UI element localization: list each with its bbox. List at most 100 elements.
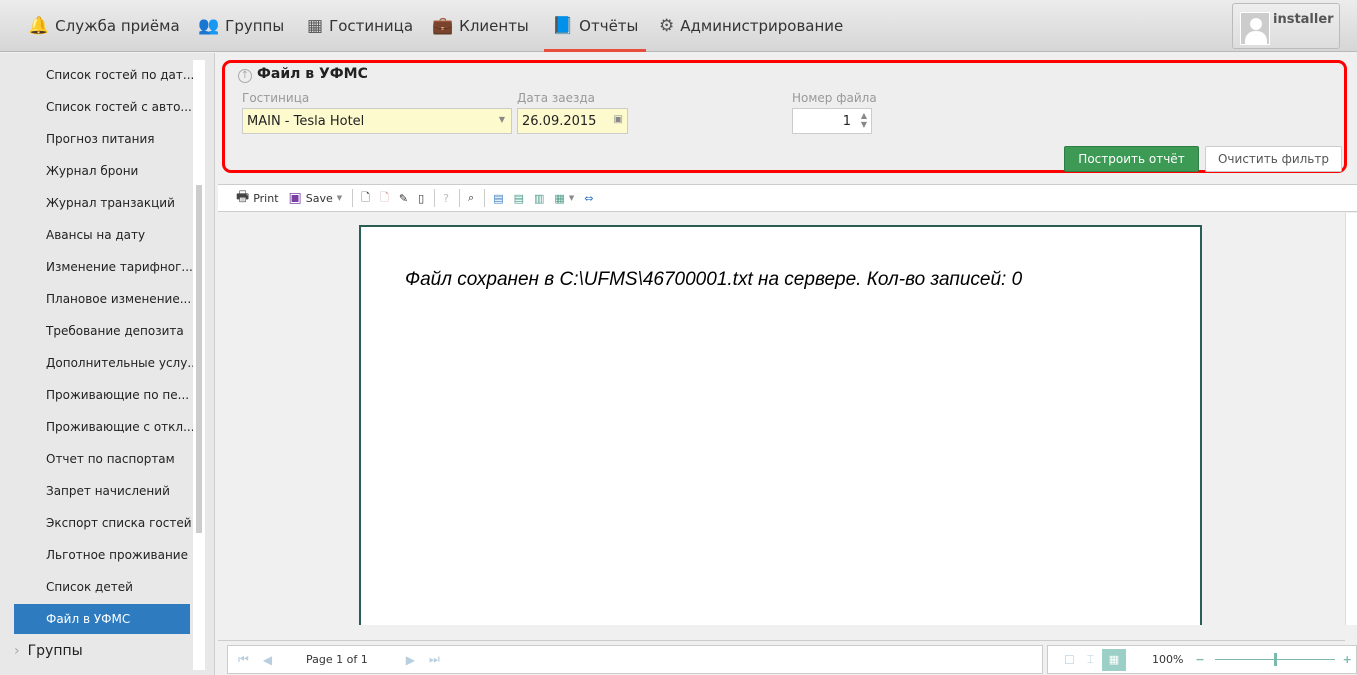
date-label: Дата заезда [517,91,596,105]
build-report-button[interactable]: Построить отчёт [1064,146,1199,172]
sidebar-group-groups[interactable]: › Группы [14,643,83,659]
sidebar-item[interactable]: Журнал транзакций [46,196,175,210]
page-indicator: Page 1 of 1 [306,653,368,666]
sidebar-item[interactable]: Отчет по паспортам [46,452,175,466]
first-page-icon[interactable]: ⏮ [238,652,249,667]
nav-front-desk[interactable]: 🔔 Служба приёма [28,0,180,52]
nav-clients[interactable]: 💼 Клиенты [432,0,529,52]
user-menu[interactable]: installer [1232,3,1340,49]
continuous-view-button[interactable]: ▤ [514,192,524,205]
nav-groups[interactable]: 👥 Группы [198,0,284,52]
zoom-slider-thumb[interactable] [1273,653,1277,666]
fit-width-icon: ⇔ [584,191,594,205]
zoom-in-icon[interactable]: + [1343,653,1352,666]
print-button[interactable]: 🖶 Print [236,186,279,210]
fit-width-button[interactable]: ⇔ [584,192,593,205]
report-horizontal-scrollbar[interactable] [218,625,1345,641]
new-page-icon: 🗋 [361,190,371,204]
chevron-down-icon: ▼ [498,115,505,124]
multi-page-view-button[interactable]: ▦ ▼ [554,192,574,205]
sidebar-item[interactable]: Авансы на дату [46,228,145,242]
bell-icon: 🔔 [28,16,50,36]
sidebar-item[interactable]: Изменение тарифног... [46,260,193,274]
new-page-button[interactable]: 🗋 [361,189,370,208]
clipboard-icon: ? [443,191,450,205]
chevron-right-icon: › [14,643,20,659]
nav-reports[interactable]: 📘 Отчёты [544,0,647,52]
zoom-slider[interactable] [1214,653,1335,666]
view-icon: ▤ [493,191,504,205]
whole-page-icon[interactable]: ▦ [1101,648,1126,671]
sidebar-item[interactable]: Файл в УФМС [14,604,190,634]
building-icon: ▦ [307,16,324,36]
sidebar-item[interactable]: Журнал брони [46,164,138,178]
sidebar: Список гостей по дат... Список гостей с а… [0,53,215,675]
sidebar-item[interactable]: Список гостей по дат... [46,68,194,82]
grid-icon: ▦ [554,191,565,205]
scrollbar-thumb[interactable] [196,185,202,533]
top-nav: 🔔 Служба приёма 👥 Группы ▦ Гостиница 💼 Клиен… [0,0,1357,52]
zoom-out-icon[interactable]: − [1195,653,1204,666]
sidebar-item[interactable]: Запрет начислений [46,484,170,498]
page-icon: ▯ [418,191,425,205]
briefcase-icon: 💼 [432,16,454,36]
report-vertical-scrollbar[interactable] [1345,213,1357,625]
hotel-select[interactable]: MAIN - Tesla Hotel ▼ [242,108,512,134]
collapse-up-icon[interactable]: ↑ [238,69,252,83]
nav-admin[interactable]: ⚙ Администрирование [659,0,843,52]
edit-icon: ✎ [398,191,409,205]
zoom-bar: ☐ ⌶ ▦ 100% − + [1047,645,1357,674]
last-page-icon[interactable]: ⏭ [429,652,440,667]
view-icon: ▤ [513,191,524,205]
floppy-icon: ▣ [288,190,302,206]
book-icon: 📘 [552,16,574,36]
sidebar-item[interactable]: Экспорт списка гостей [46,516,192,530]
sidebar-item[interactable]: Список гостей с авто... [46,100,192,114]
next-page-icon[interactable]: ▶ [406,653,415,667]
delete-page-button[interactable]: 🗋 [380,189,389,208]
single-page-view-button[interactable]: ▤ [493,192,503,205]
page-width-icon[interactable]: ⌶ [1087,652,1094,667]
chevron-down-icon: ▼ [336,194,343,202]
nav-hotel[interactable]: ▦ Гостиница [307,0,413,52]
file-number-label: Номер файла [792,91,877,105]
report-message: Файл сохранен в C:\UFMS\46700001.txt на … [405,269,1023,290]
save-button[interactable]: ▣ Save ▼ [289,190,343,206]
clear-filter-button[interactable]: Очистить фильтр [1205,146,1342,172]
report-toolbar: 🖶 Print ▣ Save ▼ 🗋 🗋 ✎ ▯ ? ⌕ ▤ ▤ ▥ ▦ ▼ ⇔ [218,184,1357,212]
sidebar-item[interactable]: Список детей [46,580,133,594]
pager-bar: ⏮ ◀ Page 1 of 1 ▶ ⏭ [227,645,1043,674]
zoom-level: 100% [1151,653,1184,666]
parameters-button[interactable]: ? [443,192,449,205]
sidebar-item[interactable]: Дополнительные услу... [46,356,199,370]
users-icon: 👥 [198,16,220,36]
stepper-arrows-icon[interactable]: ▲ ▼ [861,111,867,129]
gears-icon: ⚙ [659,16,675,36]
sidebar-item[interactable]: Требование депозита [46,324,184,338]
sidebar-item[interactable]: Проживающие с откл... [46,420,195,434]
report-viewer: Файл сохранен в C:\UFMS\46700001.txt на … [218,213,1345,625]
hotel-label: Гостиница [242,91,310,105]
binoculars-icon: ⌕ [468,191,475,204]
filter-title[interactable]: ↑ Файл в УФМС [238,66,368,83]
sidebar-item[interactable]: Проживающие по пе... [46,388,189,402]
calendar-icon[interactable]: ▣ [614,114,623,125]
sidebar-item[interactable]: Льготное проживание [46,548,188,562]
report-page: Файл сохранен в C:\UFMS\46700001.txt на … [359,225,1202,625]
file-number-stepper[interactable]: 1 ▲ ▼ [792,108,872,134]
prev-page-icon[interactable]: ◀ [263,653,272,667]
avatar [1240,12,1270,45]
filter-panel: ↑ Файл в УФМС Гостиница MAIN - Tesla Hote… [222,60,1347,173]
chevron-down-icon: ▼ [568,194,575,202]
find-button[interactable]: ⌕ [468,191,474,205]
page-setup-button[interactable]: ▯ [418,192,424,205]
single-page-icon[interactable]: ☐ [1064,653,1075,667]
date-input[interactable]: 26.09.2015 ▣ [517,108,628,134]
two-page-view-button[interactable]: ▥ [534,192,544,205]
view-icon: ▥ [534,191,545,205]
sidebar-item[interactable]: Прогноз питания [46,132,155,146]
delete-page-icon: 🗋 [380,190,389,204]
sidebar-item[interactable]: Плановое изменение... [46,292,191,306]
sidebar-scrollbar[interactable] [193,60,205,670]
edit-page-button[interactable]: ✎ [399,192,408,205]
